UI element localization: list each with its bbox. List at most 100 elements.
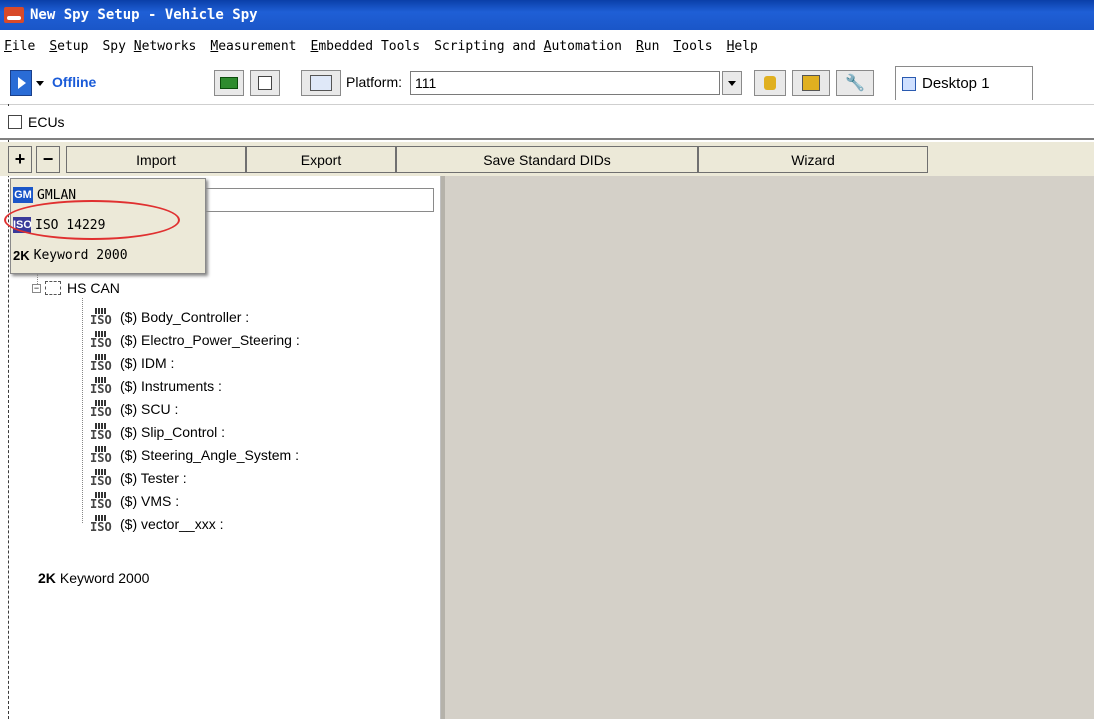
database-icon bbox=[764, 76, 776, 90]
ecu-label: ($) Body_Controller : bbox=[120, 309, 250, 325]
platform-dropdown-button[interactable] bbox=[722, 71, 742, 95]
menu-setup[interactable]: Setup bbox=[42, 39, 95, 54]
menu-spy-networks[interactable]: Spy Networks bbox=[95, 39, 203, 54]
menu-item-gmlan[interactable]: GM GMLAN bbox=[13, 183, 76, 207]
menu-bar: File Setup Spy Networks Measurement Embe… bbox=[0, 30, 1094, 62]
import-button[interactable]: Import bbox=[66, 146, 246, 173]
save-standard-dids-button[interactable]: Save Standard DIDs bbox=[396, 146, 698, 173]
ecu-label: ($) IDM : bbox=[120, 355, 175, 371]
ecu-label: ($) Instruments : bbox=[120, 378, 222, 394]
iso-icon: ISO bbox=[90, 330, 112, 350]
network-icon bbox=[45, 281, 61, 295]
ecu-toolbar: + − Import Export Save Standard DIDs Wiz… bbox=[0, 142, 1094, 176]
remove-ecu-button[interactable]: − bbox=[36, 146, 60, 173]
menu-accelerator: H bbox=[726, 38, 735, 54]
keyword2000-icon: 2K bbox=[38, 570, 56, 586]
iso-icon: ISO bbox=[90, 399, 112, 419]
hardware-icon bbox=[220, 77, 238, 89]
app-icon[interactable] bbox=[4, 7, 24, 23]
tree-item-ecu[interactable]: ISO ($) Steering_Angle_System : bbox=[90, 444, 299, 466]
status-label: Offline bbox=[52, 74, 97, 90]
menu-item-label: ISO 14229 bbox=[35, 217, 106, 233]
save-icon bbox=[258, 76, 272, 90]
hardware-button[interactable] bbox=[214, 70, 244, 96]
desktop-icon bbox=[902, 76, 916, 91]
iso-icon: ISO bbox=[13, 217, 32, 233]
tools-button[interactable]: 🔧 bbox=[836, 70, 874, 96]
menu-measurement[interactable]: Measurement bbox=[203, 39, 303, 54]
menu-help[interactable]: Help bbox=[720, 39, 765, 54]
platform-button[interactable] bbox=[301, 70, 341, 96]
iso-icon: ISO bbox=[90, 422, 112, 442]
menu-item-keyword2000[interactable]: 2K Keyword 2000 bbox=[13, 243, 128, 267]
add-ecu-button[interactable]: + bbox=[8, 146, 32, 173]
menu-accelerator: F bbox=[4, 38, 12, 54]
tree-node-keyword2000[interactable]: 2K Keyword 2000 bbox=[38, 567, 149, 589]
window-title: New Spy Setup - Vehicle Spy bbox=[30, 7, 258, 23]
tree-item-ecu[interactable]: ISO ($) Tester : bbox=[90, 467, 187, 489]
panel-title: ECUs bbox=[28, 114, 65, 130]
tree-item-ecu[interactable]: ISO ($) Electro_Power_Steering : bbox=[90, 329, 300, 351]
menu-run[interactable]: Run bbox=[629, 39, 666, 54]
keyword2000-label: Keyword 2000 bbox=[59, 570, 150, 586]
tree-item-ecu[interactable]: ISO ($) IDM : bbox=[90, 352, 174, 374]
menu-scripting-automation[interactable]: Scripting and Automation bbox=[427, 39, 629, 54]
menu-embedded-tools[interactable]: Embedded Tools bbox=[304, 39, 428, 54]
collapse-icon[interactable]: − bbox=[32, 283, 41, 293]
menu-file[interactable]: File bbox=[0, 39, 42, 54]
platform-icon bbox=[310, 75, 332, 91]
filter-input[interactable] bbox=[200, 188, 434, 212]
wizard-button[interactable]: Wizard bbox=[698, 146, 928, 173]
iso-icon: ISO bbox=[90, 445, 112, 465]
tab-desktop-1[interactable]: Desktop 1 bbox=[895, 66, 1033, 100]
add-ecu-menu: GM GMLAN ISO ISO 14229 2K Keyword 2000 bbox=[10, 178, 206, 274]
menu-accelerator: T bbox=[673, 38, 682, 54]
ecu-label: ($) SCU : bbox=[120, 401, 179, 417]
iso-icon: ISO bbox=[90, 468, 112, 488]
database-button[interactable] bbox=[754, 70, 786, 96]
menu-tools[interactable]: Tools bbox=[666, 39, 719, 54]
ecu-label: ($) VMS : bbox=[120, 493, 180, 509]
ecu-detail-pane bbox=[441, 176, 1094, 719]
tree-item-ecu[interactable]: ISO ($) vector__xxx : bbox=[90, 513, 223, 535]
ecu-label: ($) vector__xxx : bbox=[120, 516, 224, 532]
tab-label: Desktop 1 bbox=[922, 75, 990, 92]
ecu-icon bbox=[8, 115, 22, 129]
menu-accelerator: E bbox=[310, 38, 319, 54]
chevron-down-icon bbox=[36, 80, 44, 86]
database-copy-button[interactable] bbox=[792, 70, 830, 96]
tree-connector bbox=[82, 298, 83, 523]
iso-icon: ISO bbox=[90, 307, 112, 327]
main-toolbar: Offline Platform: 111 🔧 Desktop 1 bbox=[0, 62, 1094, 105]
tree-item-ecu[interactable]: ISO ($) VMS : bbox=[90, 490, 179, 512]
divider bbox=[8, 104, 9, 719]
menu-accelerator: R bbox=[635, 38, 644, 54]
platform-combobox[interactable]: 111 bbox=[410, 71, 720, 95]
save-button[interactable] bbox=[250, 70, 280, 96]
tree-item-ecu[interactable]: ISO ($) Body_Controller : bbox=[90, 306, 249, 328]
menu-accelerator: N bbox=[133, 38, 142, 54]
ecu-label: ($) Tester : bbox=[120, 470, 187, 486]
menu-item-label: GMLAN bbox=[37, 187, 77, 203]
platform-label: Platform: bbox=[346, 74, 403, 90]
tree-item-ecu[interactable]: ISO ($) SCU : bbox=[90, 398, 178, 420]
menu-item-iso14229[interactable]: ISO ISO 14229 bbox=[13, 213, 105, 237]
wrench-icon: 🔧 bbox=[845, 73, 865, 92]
menu-accelerator: M bbox=[210, 38, 219, 54]
keyword2000-icon: 2K bbox=[13, 247, 30, 263]
export-button[interactable]: Export bbox=[246, 146, 396, 173]
ecu-label: ($) Steering_Angle_System : bbox=[120, 447, 299, 463]
iso-icon: ISO bbox=[90, 514, 112, 534]
tree-item-ecu[interactable]: ISO ($) Instruments : bbox=[90, 375, 222, 397]
tree-node-network[interactable]: − HS CAN bbox=[32, 277, 120, 299]
tree-item-ecu[interactable]: ISO ($) Slip_Control : bbox=[90, 421, 225, 443]
run-dropdown-button[interactable] bbox=[33, 70, 47, 96]
menu-accelerator: S bbox=[49, 38, 58, 54]
run-button[interactable] bbox=[10, 70, 32, 96]
iso-icon: ISO bbox=[90, 353, 112, 373]
network-label: HS CAN bbox=[67, 280, 120, 296]
chevron-down-icon bbox=[728, 80, 736, 86]
iso-icon: ISO bbox=[90, 491, 112, 511]
run-icon bbox=[18, 77, 26, 89]
database-copy-icon bbox=[802, 75, 820, 91]
